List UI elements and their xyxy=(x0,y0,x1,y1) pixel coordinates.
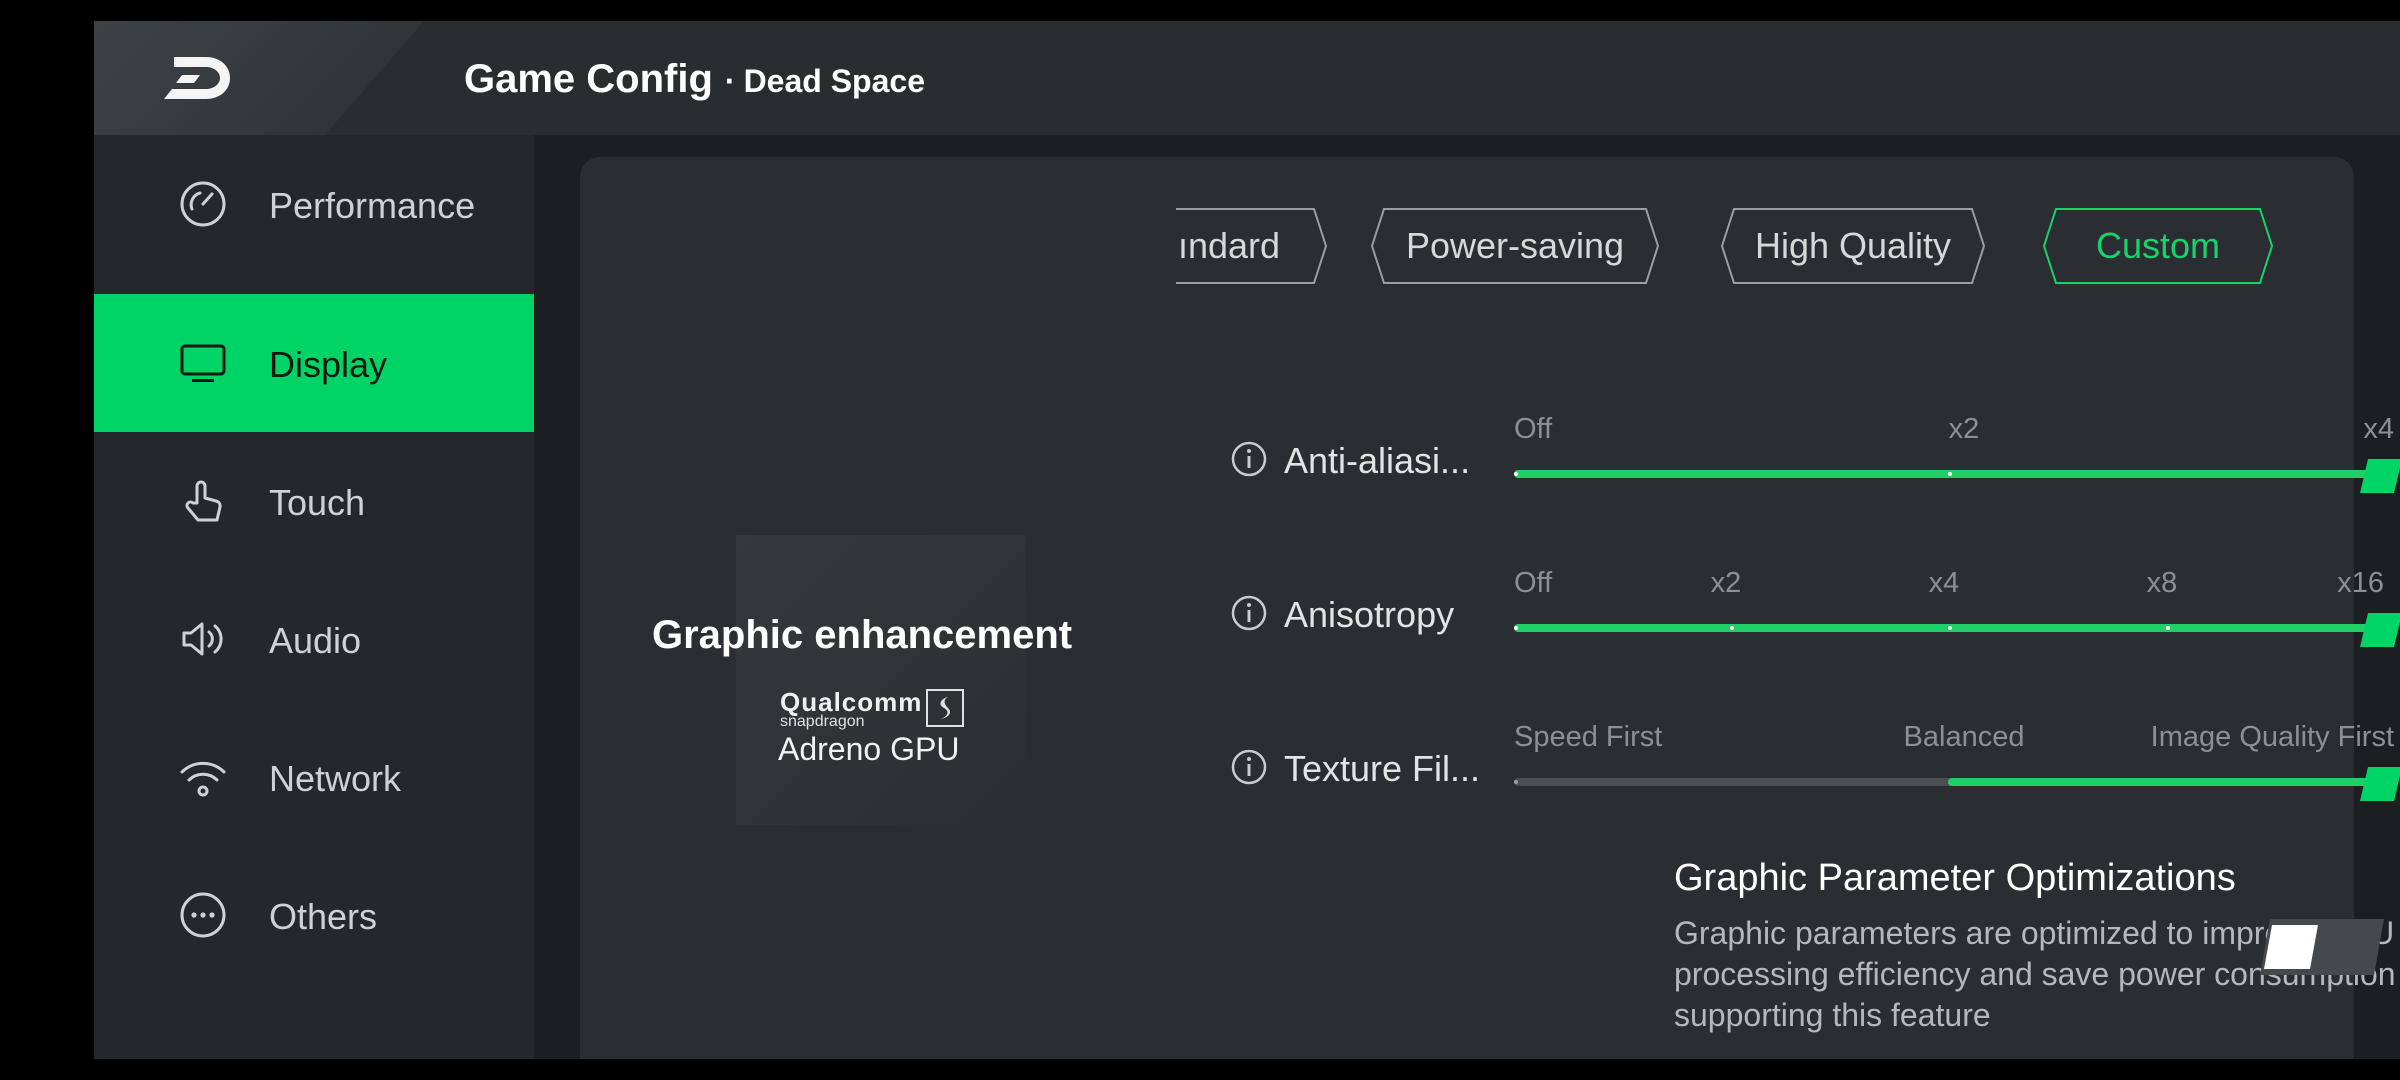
sidebar-item-network[interactable]: Network xyxy=(94,708,534,846)
display-settings-card: ındard Power-saving High Quality Custom … xyxy=(580,157,2400,1059)
slider-track-filled xyxy=(1514,624,2374,632)
texture-filtering-slider[interactable] xyxy=(1514,767,2400,801)
sidebar-item-label: Audio xyxy=(269,620,362,661)
preset-label: Power-saving xyxy=(1405,225,1625,266)
sidebar-item-label: Performance xyxy=(269,185,476,226)
preset-standard[interactable]: ındard xyxy=(1176,207,1328,285)
graphic-enhancement-title: Graphic enhancement xyxy=(652,613,1073,657)
speedometer-icon xyxy=(180,181,226,227)
sidebar: Performance Display Touch Audio Network … xyxy=(94,135,534,1059)
slider-tick-label: x2 xyxy=(1710,567,1742,599)
slider-thumb[interactable] xyxy=(2360,613,2400,647)
slider-step-dot xyxy=(1514,780,1518,784)
preset-high-quality[interactable]: High Quality xyxy=(1720,207,1986,285)
sidebar-item-label: Others xyxy=(269,896,378,937)
slider-step-dot xyxy=(1948,626,1952,630)
sidebar-item-label: Display xyxy=(269,344,388,385)
back-logo-icon[interactable] xyxy=(160,49,238,107)
sidebar-item-display[interactable]: Display xyxy=(94,294,534,432)
slider-step-dot xyxy=(1948,472,1952,476)
info-icon[interactable] xyxy=(1230,440,1268,478)
page-title: Game Config xyxy=(464,57,713,101)
slider-step-dot xyxy=(1514,626,1518,630)
logo-panel xyxy=(94,21,424,135)
wifi-icon xyxy=(180,761,226,797)
optimization-toggle[interactable] xyxy=(2260,917,2384,977)
slider-track-filled xyxy=(1514,470,2374,478)
slider-tick-label: Speed First xyxy=(1514,721,1663,753)
slider-tick-label: x16 xyxy=(2337,567,2384,599)
chip-background xyxy=(736,535,1026,825)
touch-hand-icon xyxy=(185,480,222,522)
preset-selector: ındard Power-saving High Quality Custom xyxy=(1176,207,2316,287)
adreno-gpu-label: Adreno GPU xyxy=(778,731,960,767)
snapdragon-icon xyxy=(926,689,964,727)
slider-thumb[interactable] xyxy=(2360,767,2400,801)
monitor-icon xyxy=(180,344,226,382)
slider-tick-label: Image Quality First xyxy=(2150,721,2394,753)
slider-step-dot xyxy=(1514,472,1518,476)
slider-step-dot xyxy=(1730,626,1734,630)
slider-tick-label: x2 xyxy=(1948,413,1980,445)
sidebar-item-others[interactable]: Others xyxy=(94,846,534,984)
preset-label: ındard xyxy=(1177,225,1281,266)
snapdragon-logo-text: snapdragon xyxy=(780,713,865,730)
texture-filtering-label: Texture Fil... xyxy=(1284,748,1481,789)
sidebar-item-label: Touch xyxy=(269,482,366,523)
speaker-icon xyxy=(182,622,223,656)
info-icon[interactable] xyxy=(1230,748,1268,786)
sidebar-item-audio[interactable]: Audio xyxy=(94,570,534,708)
slider-tick-label: Off xyxy=(1514,567,1553,599)
slider-tick-label: Balanced xyxy=(1903,721,2025,753)
optimization-title: Graphic Parameter Optimizations xyxy=(1674,857,2236,899)
preset-label: Custom xyxy=(2095,225,2221,266)
slider-thumb[interactable] xyxy=(2360,459,2400,493)
slider-tick-label: x8 xyxy=(2146,567,2178,599)
preset-power-saving[interactable]: Power-saving xyxy=(1370,207,1660,285)
game-name: · Dead Space xyxy=(725,63,925,100)
slider-tick-label: x4 xyxy=(1928,567,1960,599)
preset-label: High Quality xyxy=(1754,225,1952,266)
sidebar-item-label: Network xyxy=(269,758,402,799)
anti-aliasing-slider[interactable] xyxy=(1514,459,2400,493)
slider-step-dot xyxy=(2166,626,2170,630)
title-separator: · xyxy=(724,63,736,99)
slider-tick-label: Off xyxy=(1514,413,1553,445)
info-icon[interactable] xyxy=(1230,594,1268,632)
sidebar-item-touch[interactable]: Touch xyxy=(94,432,534,570)
header-title-group: Game Config · Dead Space xyxy=(464,57,925,102)
sidebar-item-performance[interactable]: Performance xyxy=(94,135,534,273)
slider-tick-label: x4 xyxy=(2363,413,2394,445)
game-config-window: Game Config · Dead Space Performance Disp… xyxy=(94,21,2400,1059)
game-title: Dead Space xyxy=(743,63,925,99)
preset-custom[interactable]: Custom xyxy=(2042,207,2274,285)
anti-aliasing-label: Anti-aliasi... xyxy=(1284,440,1471,481)
anisotropy-label: Anisotropy xyxy=(1284,594,1455,635)
more-dots-icon xyxy=(180,892,226,938)
slider-track-filled xyxy=(1948,778,2374,786)
header: Game Config · Dead Space xyxy=(94,21,2400,135)
anisotropy-slider[interactable] xyxy=(1514,613,2400,647)
